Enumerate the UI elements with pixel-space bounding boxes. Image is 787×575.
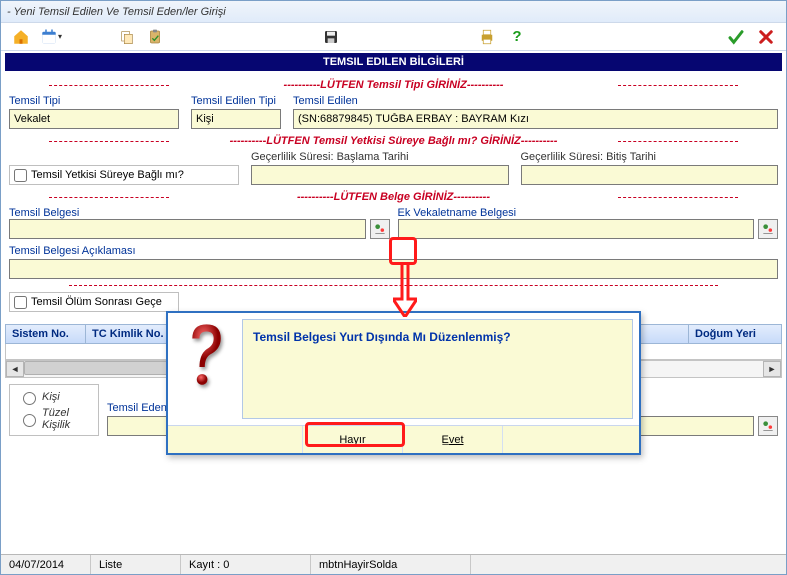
dialog-spacer-right: [503, 426, 639, 453]
ek-vekaletname-input[interactable]: [398, 219, 755, 239]
sureye-bagli-input[interactable]: [14, 169, 27, 182]
sureye-bagli-checkbox[interactable]: Temsil Yetkisi Süreye Bağlı mı?: [9, 165, 239, 185]
col-sistem-no[interactable]: Sistem No.: [6, 325, 86, 343]
dialog-button-row: H̲ayır E̲vet: [168, 425, 639, 453]
temsil-tipi-input[interactable]: [9, 109, 179, 129]
home-icon[interactable]: [9, 26, 33, 48]
scroll-right-button[interactable]: ►: [763, 361, 781, 377]
toolbar: ▾ ?: [1, 23, 786, 51]
question-mark-icon: [174, 319, 232, 399]
window-titlebar: - Yeni Temsil Edilen Ve Temsil Eden/ler …: [1, 1, 786, 23]
ek-vekaletname-label: Ek Vekaletname Belgesi: [398, 207, 517, 219]
calendar-icon[interactable]: ▾: [39, 26, 63, 48]
olum-sonrasi-label: Temsil Ölüm Sonrası Geçe: [31, 296, 162, 308]
spacer-label: [9, 151, 239, 163]
statusbar: 04/07/2014 Liste Kayıt : 0 mbtnHayirSold…: [1, 554, 786, 574]
olum-sonrasi-checkbox[interactable]: Temsil Ölüm Sonrası Geçe: [9, 292, 179, 312]
confirm-icon[interactable]: [724, 26, 748, 48]
dialog-question-text: Temsil Belgesi Yurt Dışında Mı Düzenlenm…: [242, 319, 633, 419]
section-temsil-tipi: ----------LÜTFEN Temsil Tipi GİRİNİZ----…: [9, 79, 778, 91]
evet-button[interactable]: E̲vet: [403, 426, 503, 453]
radio-tuzel[interactable]: Tüzel Kişilik: [18, 407, 90, 431]
radio-kisi-label: Kişi: [42, 391, 60, 403]
copy-icon[interactable]: [115, 26, 139, 48]
temsil-belgesi-browse-button[interactable]: [370, 219, 390, 239]
temsil-edilen-label: Temsil Edilen: [293, 95, 778, 107]
aciklama-label: Temsil Belgesi Açıklaması: [9, 245, 778, 257]
paste-icon[interactable]: [143, 26, 167, 48]
section-header: TEMSIL EDILEN BİLGİLERİ: [5, 53, 782, 71]
entity-type-radiogroup: Kişi Tüzel Kişilik: [9, 384, 99, 436]
section-yetki: ----------LÜTFEN Temsil Yetkisi Süreye B…: [9, 135, 778, 147]
temsil-edilen-input[interactable]: [293, 109, 778, 129]
section-belge: ----------LÜTFEN Belge GİRİNİZ----------: [9, 191, 778, 203]
baslama-input[interactable]: [251, 165, 509, 185]
temsil-edilen-tipi-label: Temsil Edilen Tipi: [191, 95, 281, 107]
bitis-input[interactable]: [521, 165, 779, 185]
close-icon[interactable]: [754, 26, 778, 48]
form-body: ----------LÜTFEN Temsil Tipi GİRİNİZ----…: [1, 71, 786, 322]
status-btn-name: mbtnHayirSolda: [311, 555, 471, 574]
app-window: - Yeni Temsil Edilen Ve Temsil Eden/ler …: [0, 0, 787, 575]
aciklama-input[interactable]: [9, 259, 778, 279]
temsil-eden-browse-button[interactable]: [758, 416, 778, 436]
scroll-left-button[interactable]: ◄: [6, 361, 24, 377]
temsil-belgesi-label: Temsil Belgesi: [9, 207, 79, 219]
radio-kisi[interactable]: Kişi: [18, 389, 90, 405]
temsil-edilen-tipi-input[interactable]: [191, 109, 281, 129]
window-title: - Yeni Temsil Edilen Ve Temsil Eden/ler …: [7, 6, 226, 18]
print-icon[interactable]: [475, 26, 499, 48]
radio-kisi-input[interactable]: [23, 392, 36, 405]
olum-sonrasi-input[interactable]: [14, 296, 27, 309]
hayir-button[interactable]: H̲ayır: [303, 426, 403, 453]
ek-vekaletname-browse-button[interactable]: [758, 219, 778, 239]
col-dogum[interactable]: Doğum Yeri: [689, 325, 781, 343]
status-mode: Liste: [91, 555, 181, 574]
confirm-dialog: Temsil Belgesi Yurt Dışında Mı Düzenlenm…: [166, 311, 641, 455]
divider: [69, 285, 718, 286]
status-empty: [471, 555, 786, 574]
help-icon[interactable]: ?: [505, 26, 529, 48]
radio-tuzel-input[interactable]: [23, 414, 36, 427]
temsil-tipi-label: Temsil Tipi: [9, 95, 179, 107]
bitis-label: Geçerlilik Süresi: Bitiş Tarihi: [521, 151, 779, 163]
status-date: 04/07/2014: [1, 555, 91, 574]
dialog-spacer: [168, 426, 303, 453]
sureye-bagli-label: Temsil Yetkisi Süreye Bağlı mı?: [31, 169, 184, 181]
baslama-label: Geçerlilik Süresi: Başlama Tarihi: [251, 151, 509, 163]
save-icon[interactable]: [319, 26, 343, 48]
status-kayit: Kayıt : 0: [181, 555, 311, 574]
temsil-belgesi-input[interactable]: [9, 219, 366, 239]
radio-tuzel-label: Tüzel Kişilik: [42, 407, 90, 431]
